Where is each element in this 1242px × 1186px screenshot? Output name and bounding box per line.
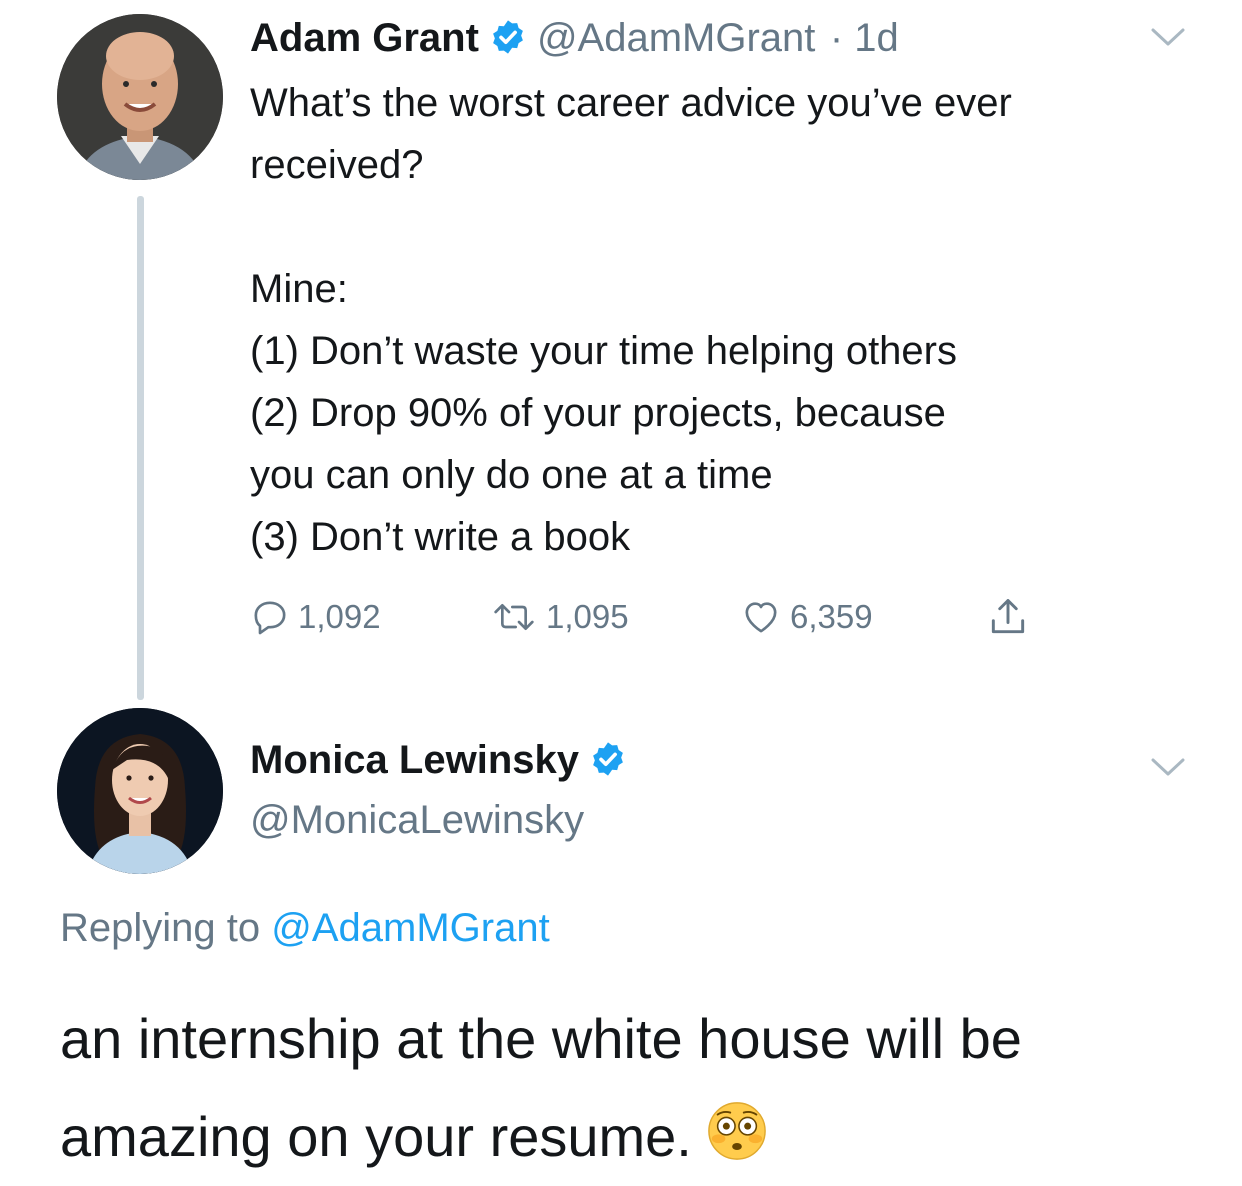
verified-badge-icon [493, 20, 523, 54]
tweet-timestamp[interactable]: · 1d [830, 16, 899, 60]
chevron-down-icon[interactable] [1150, 26, 1186, 48]
tweet-header: Adam Grant @AdamMGrant · 1d [250, 14, 899, 62]
author-handle[interactable]: @AdamMGrant [537, 16, 815, 60]
reply-icon [254, 601, 286, 635]
retweet-count: 1,095 [546, 598, 629, 635]
reply-button[interactable]: 1,092 [250, 594, 381, 640]
author-handle[interactable]: @MonicaLewinsky [250, 794, 584, 846]
reply-count: 1,092 [298, 598, 381, 635]
tweet-text-line: you can only do one at a time [250, 453, 773, 497]
author-name[interactable]: Monica Lewinsky [250, 738, 579, 782]
tweet-text-line: (1) Don’t waste your time helping others [250, 329, 957, 373]
tweet-body: What’s the worst career advice you’ve ev… [250, 72, 1210, 568]
like-count: 6,359 [790, 598, 873, 635]
like-button[interactable]: 6,359 [740, 594, 873, 640]
reply-text: an internship at the white house will be… [60, 1007, 1022, 1168]
reply-body: an internship at the white house will be… [60, 990, 1210, 1186]
verified-badge-icon [593, 742, 623, 776]
tweet-text-line: (3) Don’t write a book [250, 515, 631, 559]
retweet-icon [494, 604, 534, 630]
avatar-monica-lewinsky[interactable] [57, 708, 223, 874]
thread-connector-line [137, 196, 144, 700]
tweet-text-line: received? [250, 143, 424, 187]
flushed-face-emoji-icon [708, 1102, 766, 1160]
replying-to-mention-link[interactable]: @AdamMGrant [271, 906, 549, 950]
tweet-text-line: Mine: [250, 267, 348, 311]
avatar-adam-grant[interactable] [57, 14, 223, 180]
replying-to-line: Replying to @AdamMGrant [60, 902, 550, 954]
retweet-button[interactable]: 1,095 [490, 594, 629, 640]
tweet-text-line: (2) Drop 90% of your projects, because [250, 391, 946, 435]
reply-author-row: Monica Lewinsky [250, 734, 627, 786]
author-name[interactable]: Adam Grant [250, 16, 479, 60]
avatar-photo-icon [57, 708, 223, 874]
chevron-down-icon[interactable] [1150, 756, 1186, 778]
replying-to-label: Replying to [60, 906, 261, 950]
share-button[interactable] [986, 594, 1030, 640]
avatar-photo-icon [57, 14, 223, 180]
share-icon [991, 599, 1025, 634]
tweet-text-line: What’s the worst career advice you’ve ev… [250, 81, 1012, 125]
heart-icon [745, 602, 777, 633]
